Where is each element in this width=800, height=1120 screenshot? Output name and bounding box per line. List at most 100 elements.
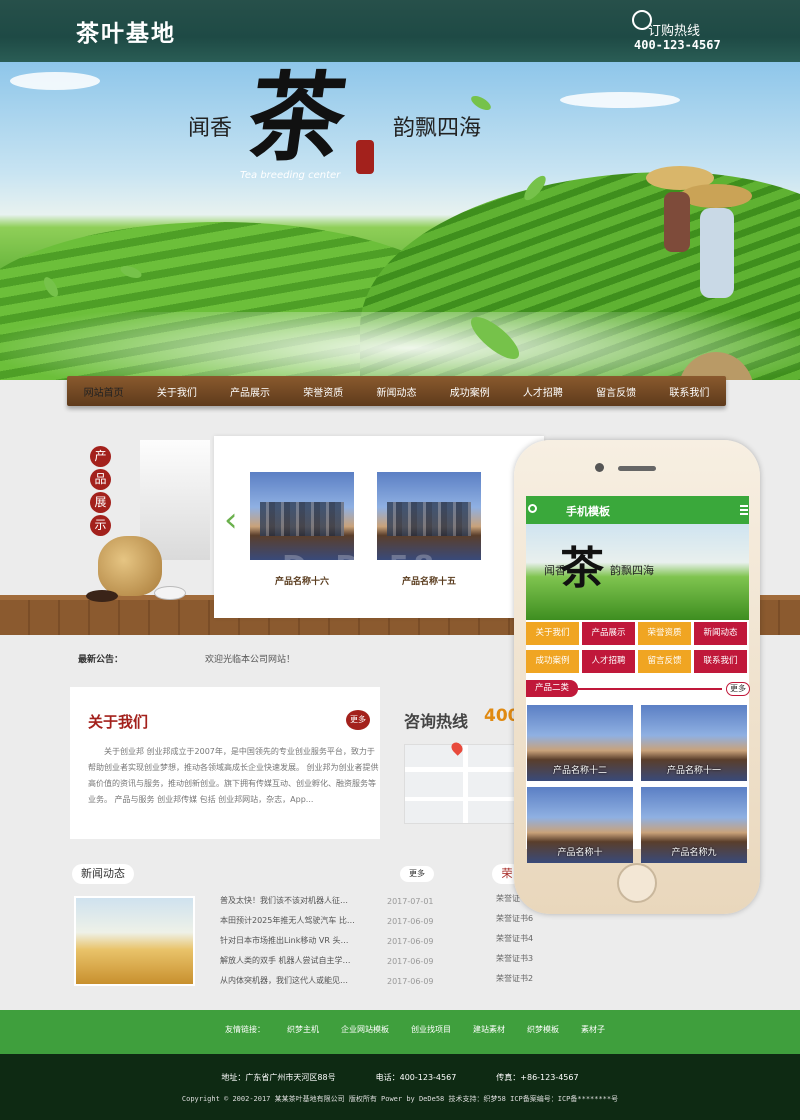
news-item-title[interactable]: 普及太快！我们该不该对机器人征… (220, 895, 370, 906)
label-char: 示 (90, 515, 111, 536)
mobile-menu-item[interactable]: 联系我们 (694, 650, 747, 673)
friend-link[interactable]: 织梦主机 (287, 1024, 319, 1035)
nav-item-products[interactable]: 产品展示 (230, 384, 270, 399)
location-map[interactable] (404, 744, 524, 824)
news-item-date: 2017-06-09 (387, 977, 434, 986)
notice-text[interactable]: 欢迎光临本公司网站！ (205, 652, 295, 665)
mobile-menu-item[interactable]: 成功案例 (526, 650, 579, 673)
mobile-product-name[interactable]: 产品名称十 (527, 845, 633, 858)
news-section-title: 新闻动态 (72, 864, 134, 884)
label-char: 产 (90, 446, 111, 467)
mobile-product-title: 产品二类 (526, 680, 578, 697)
news-list: 普及太快！我们该不该对机器人征… 2017-07-01 本田预计2025年推无人… (212, 893, 442, 993)
banner-slogan-right: 韵飘四海 (393, 116, 482, 141)
footer-fax: 传真：+86-123-4567 (496, 1073, 579, 1082)
about-more-button[interactable]: 更多 (346, 710, 370, 730)
label-char: 展 (90, 492, 111, 513)
mobile-menu-item[interactable]: 荣誉资质 (638, 622, 691, 645)
mobile-menu-item[interactable]: 产品展示 (582, 622, 635, 645)
footer-phone: 电话：400-123-4567 (375, 1073, 457, 1082)
friend-link[interactable]: 素材子 (581, 1024, 605, 1035)
footer-contact: 地址：广东省广州市天河区88号 电话：400-123-4567 传真：+86-1… (0, 1072, 800, 1083)
tea-leaves-dish (86, 590, 118, 602)
news-item-date: 2017-06-09 (387, 937, 434, 946)
mobile-menu-item[interactable]: 人才招聘 (582, 650, 635, 673)
mobile-product-name[interactable]: 产品名称九 (641, 845, 747, 858)
nav-item-honors[interactable]: 荣誉资质 (303, 384, 343, 399)
nav-item-jobs[interactable]: 人才招聘 (523, 384, 563, 399)
mobile-product-card[interactable]: 产品名称九 (641, 787, 747, 863)
nav-item-home[interactable]: 网站首页 (84, 384, 124, 399)
friend-links: 友情链接： 织梦主机 企业网站模板 创业找项目 建站素材 织梦模板 素材子 (225, 1024, 605, 1035)
news-item[interactable]: 解放人类的双手 机器人尝试自主学… 2017-06-09 (212, 953, 442, 973)
banner-slogan-left: 闻香 (188, 116, 233, 141)
notice-label: 最新公告： (78, 655, 124, 665)
mobile-header-title: 手机模板 (566, 505, 610, 518)
friend-link[interactable]: 企业网站模板 (341, 1024, 389, 1035)
news-more-button[interactable]: 更多 (400, 866, 434, 882)
map-road (405, 797, 523, 801)
watermark: DeDe58.com (282, 550, 536, 585)
news-item[interactable]: 针对日本市场推出Link移动 VR 头… 2017-06-09 (212, 933, 442, 953)
news-item-title[interactable]: 针对日本市场推出Link移动 VR 头… (220, 935, 370, 946)
consult-title: 咨询热线 (404, 712, 469, 731)
mobile-product-name[interactable]: 产品名称十一 (641, 763, 747, 776)
site-footer (0, 1054, 800, 1120)
news-item-title[interactable]: 解放人类的双手 机器人尝试自主学… (220, 955, 370, 966)
mobile-menu-item[interactable]: 新闻动态 (694, 622, 747, 645)
tea-jar-image (98, 536, 162, 596)
banner-slogan-tea-char: 茶 (240, 61, 353, 174)
news-item-date: 2017-06-09 (387, 957, 434, 966)
cloud-decoration (560, 92, 680, 108)
about-title: 关于我们 (88, 713, 149, 731)
mobile-menu-icon[interactable] (740, 505, 748, 515)
site-logo[interactable]: 茶叶基地 (76, 14, 176, 48)
mobile-menu-item[interactable]: 关于我们 (526, 622, 579, 645)
tea-picker-figure (646, 166, 753, 380)
mobile-search-icon[interactable] (528, 504, 537, 513)
about-text: 关于创业邦 创业邦成立于2007年，是中国领先的专业创业服务平台，致力于帮助创业… (88, 747, 379, 804)
news-item-title[interactable]: 本田预计2025年推无人驾驶汽车 比… (220, 915, 370, 926)
nav-item-news[interactable]: 新闻动态 (376, 384, 416, 399)
news-image[interactable] (74, 896, 195, 986)
cloud-decoration (10, 72, 100, 90)
phone-home-button[interactable] (617, 863, 657, 903)
news-item-date: 2017-07-01 (387, 897, 434, 906)
mobile-product-name[interactable]: 产品名称十二 (527, 763, 633, 776)
mobile-menu-item[interactable]: 留言反馈 (638, 650, 691, 673)
news-item-title[interactable]: 从内体突机器，我们这代人或能见… (220, 975, 370, 986)
news-item[interactable]: 普及太快！我们该不该对机器人征… 2017-07-01 (212, 893, 442, 913)
honor-item[interactable]: 荣誉证书4 (496, 933, 556, 953)
product-section-label: 产 品 展 示 (90, 446, 112, 538)
friend-link[interactable]: 创业找项目 (411, 1024, 451, 1035)
mobile-product-more-button[interactable]: 更多 (726, 682, 750, 696)
main-nav: 网站首页 关于我们 产品展示 荣誉资质 新闻动态 成功案例 人才招聘 留言反馈 … (67, 376, 726, 406)
nav-item-about[interactable]: 关于我们 (157, 384, 197, 399)
news-item[interactable]: 从内体突机器，我们这代人或能见… 2017-06-09 (212, 973, 442, 993)
friend-link[interactable]: 建站素材 (473, 1024, 505, 1035)
product-image[interactable] (250, 472, 354, 560)
footer-copyright: Copyright © 2002-2017 某某茶叶基地有限公司 版权所有 Po… (181, 1095, 619, 1103)
hotline-number: 400-123-4567 (634, 38, 721, 52)
banner-slogan-subtitle: Tea breeding center (240, 170, 341, 181)
label-char: 品 (90, 469, 111, 490)
friend-links-label: 友情链接： (225, 1025, 265, 1034)
nav-item-feedback[interactable]: 留言反馈 (596, 384, 636, 399)
mobile-product-card[interactable]: 产品名称十一 (641, 705, 747, 781)
carousel-prev-chevron-icon[interactable]: ‹ (224, 500, 244, 540)
mobile-product-card[interactable]: 产品名称十二 (527, 705, 633, 781)
mobile-product-card[interactable]: 产品名称十 (527, 787, 633, 863)
news-item[interactable]: 本田预计2025年推无人驾驶汽车 比… 2017-06-09 (212, 913, 442, 933)
honor-item[interactable]: 荣誉证书2 (496, 973, 556, 993)
friend-link[interactable]: 织梦模板 (527, 1024, 559, 1035)
hotline-label: 订购热线 (648, 24, 701, 39)
nav-item-contact[interactable]: 联系我们 (669, 384, 709, 399)
honor-item[interactable]: 荣誉证书3 (496, 953, 556, 973)
map-road (463, 745, 468, 823)
mobile-header (526, 496, 749, 524)
footer-address: 地址：广东省广州市天河区88号 (221, 1073, 336, 1082)
product-image[interactable] (377, 472, 481, 560)
nav-item-cases[interactable]: 成功案例 (450, 384, 490, 399)
mobile-slogan-tea-char: 茶 (560, 543, 604, 594)
honor-item[interactable]: 荣誉证书6 (496, 913, 556, 933)
